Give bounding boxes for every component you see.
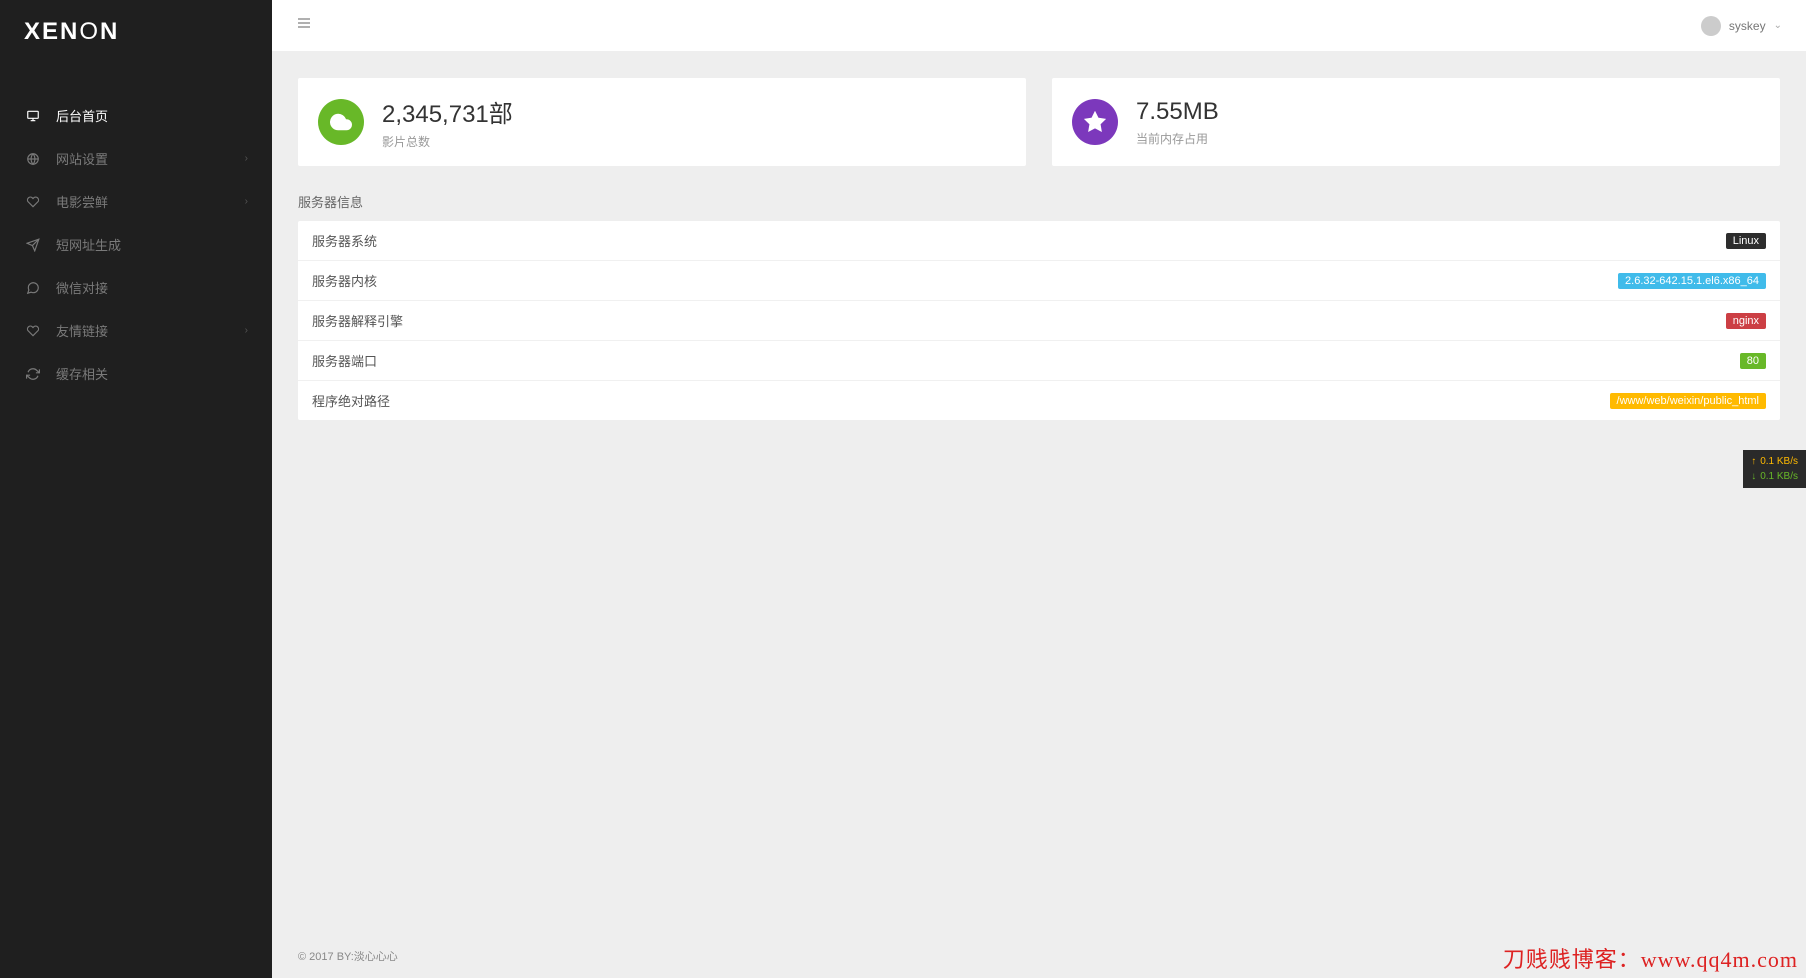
stats-row: 2,345,731部 影片总数 7.55MB 当前内存占用 xyxy=(298,78,1780,166)
chevron-right-icon: › xyxy=(245,196,248,207)
sidebar-item-site-settings[interactable]: 网站设置 › xyxy=(0,137,272,180)
server-info-table: 服务器系统 Linux 服务器内核 2.6.32-642.15.1.el6.x8… xyxy=(298,221,1780,420)
topbar: syskey ⌄ xyxy=(272,0,1806,52)
stat-label: 影片总数 xyxy=(382,133,513,150)
table-row: 服务器端口 80 xyxy=(298,341,1780,381)
sidebar-item-label: 网站设置 xyxy=(56,149,108,168)
sidebar-item-label: 微信对接 xyxy=(56,278,108,297)
chevron-right-icon: › xyxy=(245,325,248,336)
stat-card-movies: 2,345,731部 影片总数 xyxy=(298,78,1026,166)
stat-card-memory: 7.55MB 当前内存占用 xyxy=(1052,78,1780,166)
status-badge: nginx xyxy=(1726,313,1766,329)
sidebar-item-shorturl[interactable]: 短网址生成 xyxy=(0,223,272,266)
info-label: 服务器解释引擎 xyxy=(312,311,403,330)
footer-text: © 2017 BY:淡心心心 xyxy=(298,951,398,963)
content-area: 2,345,731部 影片总数 7.55MB 当前内存占用 服务器信息 服务器系… xyxy=(272,52,1806,934)
table-row: 服务器解释引擎 nginx xyxy=(298,301,1780,341)
network-widget: ↑0.1 KB/s ↓0.1 KB/s xyxy=(1743,450,1806,488)
sidebar-item-label: 短网址生成 xyxy=(56,235,121,254)
cloud-icon xyxy=(318,99,364,145)
sidebar-nav: 后台首页 网站设置 › 电影尝鲜 › 短网址生成 微信对接 xyxy=(0,94,272,395)
table-row: 程序绝对路径 /www/web/weixin/public_html xyxy=(298,381,1780,420)
chat-icon xyxy=(24,279,42,297)
watermark: 刀贱贱博客：www.qq4m.com xyxy=(1503,942,1798,974)
heart-icon xyxy=(24,193,42,211)
sidebar-item-links[interactable]: 友情链接 › xyxy=(0,309,272,352)
table-row: 服务器内核 2.6.32-642.15.1.el6.x86_64 xyxy=(298,261,1780,301)
sidebar-item-wechat[interactable]: 微信对接 xyxy=(0,266,272,309)
sidebar-item-label: 缓存相关 xyxy=(56,364,108,383)
status-badge: /www/web/weixin/public_html xyxy=(1610,393,1766,409)
status-badge: 2.6.32-642.15.1.el6.x86_64 xyxy=(1618,273,1766,289)
sidebar-item-movies[interactable]: 电影尝鲜 › xyxy=(0,180,272,223)
chevron-down-icon: ⌄ xyxy=(1774,20,1782,31)
arrow-up-icon: ↑ xyxy=(1751,456,1756,467)
status-badge: Linux xyxy=(1726,233,1766,249)
sidebar-item-cache[interactable]: 缓存相关 xyxy=(0,352,272,395)
sidebar-item-label: 电影尝鲜 xyxy=(56,192,108,211)
send-icon xyxy=(24,236,42,254)
net-download: ↓0.1 KB/s xyxy=(1751,469,1798,484)
user-menu[interactable]: syskey ⌄ xyxy=(1701,16,1782,36)
refresh-icon xyxy=(24,365,42,383)
sidebar: XENON 后台首页 网站设置 › 电影尝鲜 › 短网址生成 xyxy=(0,0,272,978)
net-upload: ↑0.1 KB/s xyxy=(1751,454,1798,469)
heart-icon xyxy=(24,322,42,340)
chevron-right-icon: › xyxy=(245,153,248,164)
info-label: 程序绝对路径 xyxy=(312,391,390,410)
username-label: syskey xyxy=(1729,19,1766,33)
monitor-icon xyxy=(24,107,42,125)
globe-icon xyxy=(24,150,42,168)
sidebar-item-label: 后台首页 xyxy=(56,106,108,125)
info-label: 服务器系统 xyxy=(312,231,377,250)
sidebar-item-label: 友情链接 xyxy=(56,321,108,340)
brand-logo: XENON xyxy=(0,0,272,64)
stat-value: 7.55MB xyxy=(1136,98,1219,126)
star-icon xyxy=(1072,99,1118,145)
info-label: 服务器端口 xyxy=(312,351,377,370)
table-row: 服务器系统 Linux xyxy=(298,221,1780,261)
main-area: syskey ⌄ 2,345,731部 影片总数 7.55MB 当前内存占 xyxy=(272,0,1806,978)
menu-toggle-icon[interactable] xyxy=(296,15,312,36)
server-info-title: 服务器信息 xyxy=(298,192,1780,211)
avatar xyxy=(1701,16,1721,36)
sidebar-item-dashboard[interactable]: 后台首页 xyxy=(0,94,272,137)
arrow-down-icon: ↓ xyxy=(1751,471,1756,482)
stat-label: 当前内存占用 xyxy=(1136,130,1219,147)
stat-value: 2,345,731部 xyxy=(382,94,513,129)
status-badge: 80 xyxy=(1740,353,1766,369)
info-label: 服务器内核 xyxy=(312,271,377,290)
